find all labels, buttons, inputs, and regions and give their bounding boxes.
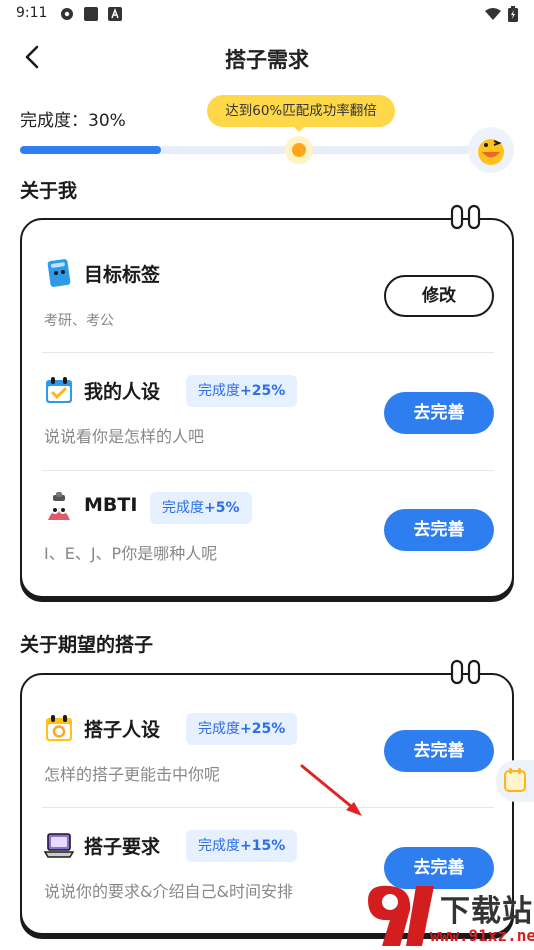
divider	[42, 807, 494, 808]
milestone-tooltip: 达到60%匹配成功率翻倍	[207, 95, 395, 127]
progress-bar	[20, 146, 490, 154]
watermark-url: www.91xz.net	[430, 926, 534, 945]
row-title: 搭子要求	[84, 836, 161, 858]
badge-prefix: 完成度	[198, 838, 240, 854]
divider	[42, 470, 494, 471]
progress-fill	[20, 146, 161, 154]
page-title: 搭子需求	[225, 48, 309, 72]
wifi-icon	[485, 8, 501, 20]
list-item-mbti: MBTI 完成度+5% I、E、J、P你是哪种人呢 去完善	[42, 492, 494, 608]
laptop-icon	[44, 833, 74, 858]
completion-badge: 完成度+15%	[186, 830, 298, 862]
calendar-check-icon	[46, 377, 72, 403]
completion-badge: 完成度+5%	[150, 492, 252, 524]
settings-status-icon	[61, 8, 73, 20]
edit-button[interactable]: 修改	[384, 275, 494, 317]
book-icon	[47, 259, 71, 287]
progress-label: 完成度：30%	[20, 111, 126, 131]
complete-button[interactable]: 去完善	[384, 730, 494, 772]
row-title: MBTI	[84, 494, 138, 516]
badge-value: +5%	[204, 500, 240, 516]
badge-value: +25%	[240, 721, 286, 737]
completion-badge: 完成度+25%	[186, 713, 298, 745]
about-me-card: 目标标签 考研、考公 修改 我的人设 完成度+25% 说说看你是怎样的人吧 去完…	[20, 204, 514, 598]
battery-icon	[508, 6, 518, 22]
section-title-about-me: 关于我	[20, 180, 78, 202]
text-status-icon	[108, 7, 122, 21]
section-title-about-partner: 关于期望的搭子	[20, 634, 154, 656]
complete-button[interactable]: 去完善	[384, 509, 494, 551]
reward-badge	[468, 127, 514, 173]
row-desc: 说说你的要求&介绍自己&时间安排	[44, 882, 293, 901]
list-item-my-persona: 我的人设 完成度+25% 说说看你是怎样的人吧 去完善	[42, 375, 494, 491]
completion-badge: 完成度+25%	[186, 375, 298, 407]
watermark-text: 下载站	[440, 894, 533, 929]
mascot-face-icon	[478, 139, 504, 165]
top-bar: 搭子需求	[0, 28, 534, 88]
row-desc: 怎样的搭子更能击中你呢	[44, 765, 221, 784]
row-title: 搭子人设	[84, 719, 161, 741]
badge-value: +25%	[240, 383, 286, 399]
badge-value: +15%	[240, 838, 286, 854]
floating-calendar-widget[interactable]	[496, 760, 534, 802]
calendar-clock-icon	[46, 715, 72, 741]
row-title: 目标标签	[84, 264, 161, 286]
binder-clip-icon	[450, 659, 481, 685]
calendar-icon	[504, 768, 526, 792]
badge-prefix: 完成度	[162, 500, 204, 516]
milestone-dot	[285, 136, 313, 164]
badge-prefix: 完成度	[198, 721, 240, 737]
binder-clip-icon	[450, 204, 481, 230]
annotation-arrow-icon	[300, 764, 362, 816]
row-desc: I、E、J、P你是哪种人呢	[44, 544, 218, 563]
complete-button[interactable]: 去完善	[384, 392, 494, 434]
mascot-icon	[48, 492, 70, 520]
tooltip-arrow	[292, 125, 306, 132]
row-desc: 考研、考公	[44, 313, 114, 329]
app-status-icon	[84, 7, 98, 21]
row-desc: 说说看你是怎样的人吧	[44, 427, 205, 446]
row-title: 我的人设	[84, 381, 161, 403]
status-time: 9:11	[16, 5, 48, 21]
divider	[42, 352, 494, 353]
status-bar: 9:11	[0, 0, 534, 28]
list-item-partner-persona: 搭子人设 完成度+25% 怎样的搭子更能击中你呢 去完善	[42, 713, 494, 829]
badge-prefix: 完成度	[198, 383, 240, 399]
list-item-goal-tags: 目标标签 考研、考公 修改	[42, 258, 494, 374]
